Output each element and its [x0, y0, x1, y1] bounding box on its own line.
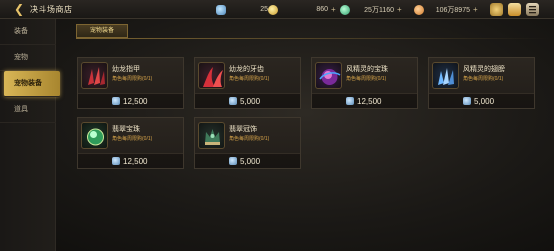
page-title: 决斗场商店	[30, 5, 73, 14]
shop-item-card[interactable]: 风精灵的翅膀 角色每周限购(0/1) 5,000	[428, 57, 535, 109]
item-limit: 角色每周限购(0/1)	[463, 76, 504, 82]
resource-coin-value: 860	[316, 6, 328, 13]
sidebar: 装备 宠物 宠物装备 道具	[0, 19, 60, 251]
sidebar-item-equipment[interactable]: 装备	[0, 19, 56, 45]
resource-gem-value: 25	[260, 6, 268, 13]
sidebar-item-pet[interactable]: 宠物	[0, 45, 56, 71]
shop-item-card[interactable]: 翡翠宝珠 角色每周限购(0/1) 12,500	[77, 117, 184, 169]
item-name: 翡翠冠饰	[229, 126, 257, 133]
green-crystal-icon	[340, 4, 350, 15]
wind-wing-icon	[432, 62, 459, 89]
jade-orb-icon	[81, 122, 108, 149]
gem-icon	[229, 157, 237, 165]
resource-gold-value: 106万8975	[435, 6, 470, 14]
add-gold-button[interactable]: +	[473, 5, 478, 14]
wind-orb-icon	[315, 62, 342, 89]
gem-icon	[112, 97, 120, 105]
tab-divider	[76, 38, 551, 39]
shop-item-card[interactable]: 幼龙的牙齿 角色每周限购(0/1) 5,000	[194, 57, 301, 109]
item-name: 翡翠宝珠	[112, 126, 140, 133]
shop-item-card[interactable]: 幼龙指甲 角色每周限购(0/1) 12,500	[77, 57, 184, 109]
shop-item-card[interactable]: 风精灵的宝珠 角色每周限购(0/1) 12,500	[311, 57, 418, 109]
resource-green-value: 25万1160	[364, 6, 394, 14]
item-limit: 角色每周限购(0/1)	[112, 136, 153, 142]
item-price: 5,000	[240, 157, 261, 166]
sidebar-item-props[interactable]: 道具	[0, 97, 56, 123]
dragon-claw-icon	[81, 62, 108, 89]
tab-pet-equipment[interactable]: 宠物装备	[76, 24, 128, 38]
item-limit: 角色每周限购(0/1)	[346, 76, 387, 82]
jade-crown-icon	[198, 122, 225, 149]
price-bar: 5,000	[195, 93, 300, 108]
resource-gem: 25	[216, 4, 268, 15]
back-arrow-icon[interactable]: ❮	[12, 3, 26, 16]
resource-green: 25万1160 +	[340, 4, 402, 15]
item-name: 幼龙指甲	[112, 66, 140, 73]
coin-icon	[268, 4, 278, 15]
price-bar: 12,500	[312, 93, 417, 108]
item-price: 12,500	[123, 97, 148, 106]
gem-icon	[346, 97, 354, 105]
resource-gold: 106万8975 +	[414, 4, 478, 15]
price-bar: 5,000	[195, 153, 300, 168]
item-limit: 角色每周限购(0/1)	[112, 76, 153, 82]
price-bar: 12,500	[78, 93, 183, 108]
resource-coin: 860 +	[268, 4, 336, 15]
item-name: 风精灵的翅膀	[463, 66, 505, 73]
add-coin-button[interactable]: +	[331, 5, 336, 14]
item-name: 风精灵的宝珠	[346, 66, 388, 73]
gem-icon	[463, 97, 471, 105]
top-bar: ❮ 决斗场商店 25 860 + 25万1160 + 106万8975 +	[0, 0, 554, 19]
gem-icon	[229, 97, 237, 105]
price-bar: 5,000	[429, 93, 534, 108]
gem-icon	[112, 157, 120, 165]
add-green-button[interactable]: +	[397, 5, 402, 14]
sidebar-item-pet-equipment[interactable]: 宠物装备	[4, 71, 60, 97]
shop-item-card[interactable]: 翡翠冠饰 角色每周限购(0/1) 5,000	[194, 117, 301, 169]
item-name: 幼龙的牙齿	[229, 66, 264, 73]
item-price: 12,500	[123, 157, 148, 166]
gold-coin-icon	[414, 4, 424, 15]
item-limit: 角色每周限购(0/1)	[229, 136, 270, 142]
dragon-tooth-icon	[198, 62, 225, 89]
mail-icon[interactable]	[508, 3, 521, 16]
price-bar: 12,500	[78, 153, 183, 168]
gem-icon	[216, 4, 226, 15]
menu-icon[interactable]	[526, 3, 539, 16]
item-limit: 角色每周限购(0/1)	[229, 76, 270, 82]
item-price: 12,500	[357, 97, 382, 106]
item-price: 5,000	[474, 97, 495, 106]
item-price: 5,000	[240, 97, 261, 106]
treasure-chest-icon[interactable]	[490, 3, 503, 16]
